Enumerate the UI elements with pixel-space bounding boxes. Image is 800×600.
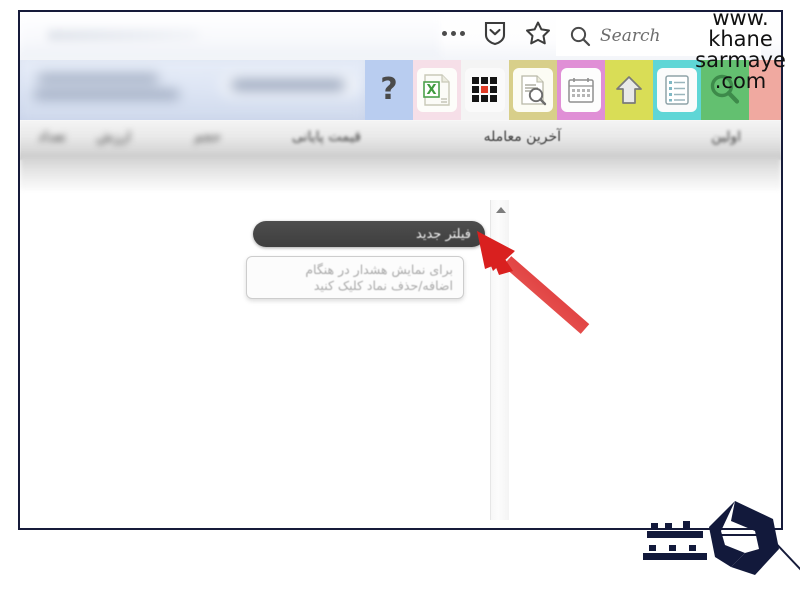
column-header-count: تعداد <box>37 129 66 145</box>
column-header-value: ارزش <box>96 129 131 145</box>
chrome-icon-group <box>442 20 551 46</box>
watermark-line-1: www. <box>712 6 769 30</box>
alert-tooltip: برای نمایش هشدار در هنگام اضافه/حذف نماد… <box>246 256 464 299</box>
up-arrow-icon <box>616 76 642 104</box>
address-bar-text-blurred <box>48 30 198 41</box>
logo-house-icon <box>643 501 779 575</box>
column-header-closing-price: قیمت پایانی <box>291 129 361 145</box>
upload-tile[interactable] <box>605 60 653 120</box>
question-mark-icon: ? <box>380 72 398 107</box>
page-body: اولین آخرین معامله قیمت پایانی حجم ارزش … <box>20 120 781 528</box>
site-toolbar-blurred-left <box>20 60 365 120</box>
table-header-row <box>20 120 781 160</box>
khane-sarmaye-logo: خانه سرمایه <box>627 493 792 588</box>
calendar-tile[interactable] <box>557 60 605 120</box>
address-bar-blurred[interactable] <box>20 16 440 58</box>
calendar-icon <box>568 78 594 103</box>
ellipsis-icon[interactable] <box>442 30 465 36</box>
new-filter-button[interactable]: فیلتر جدید <box>253 221 485 247</box>
tooltip-line-1: برای نمایش هشدار در هنگام <box>305 262 453 277</box>
excel-file-icon: X <box>423 74 450 106</box>
tooltip-line-2: اضافه/حذف نماد کلیک کنید <box>313 278 453 293</box>
watermark-line-2: khane <box>708 27 773 51</box>
blurred-text-3 <box>232 80 344 90</box>
scroll-up-arrow-icon[interactable] <box>491 200 510 219</box>
column-header-first: اولین <box>711 129 741 145</box>
browser-chrome: Search <box>20 12 781 60</box>
search-icon <box>570 26 591 47</box>
grid-icon <box>472 77 497 102</box>
watermark: www. khane sarmaye .com <box>693 8 788 92</box>
table-header-fade <box>20 156 781 190</box>
pocket-shield-icon[interactable] <box>483 20 507 46</box>
watermark-line-4: .com <box>714 69 767 93</box>
column-header-volume: حجم <box>193 129 221 145</box>
excel-tile[interactable]: X <box>413 60 461 120</box>
annotation-arrow <box>455 225 595 335</box>
search-doc-tile[interactable] <box>509 60 557 120</box>
site-toolbar: ? X <box>20 60 781 120</box>
watermark-line-3: sarmaye <box>695 48 786 72</box>
blurred-text-2 <box>34 90 179 99</box>
search-placeholder-text: Search <box>600 26 661 46</box>
screenshot-root: Search ? X اولین آخرین معامله قیمت پایان… <box>0 0 800 600</box>
svg-text:X: X <box>426 83 436 98</box>
help-tile[interactable]: ? <box>365 60 413 120</box>
grid-tile[interactable] <box>461 60 509 120</box>
column-header-last-trade: آخرین معامله <box>483 129 561 145</box>
blurred-text-1 <box>38 74 158 83</box>
star-icon[interactable] <box>525 20 551 46</box>
document-search-icon <box>521 75 547 106</box>
list-icon <box>665 75 689 105</box>
